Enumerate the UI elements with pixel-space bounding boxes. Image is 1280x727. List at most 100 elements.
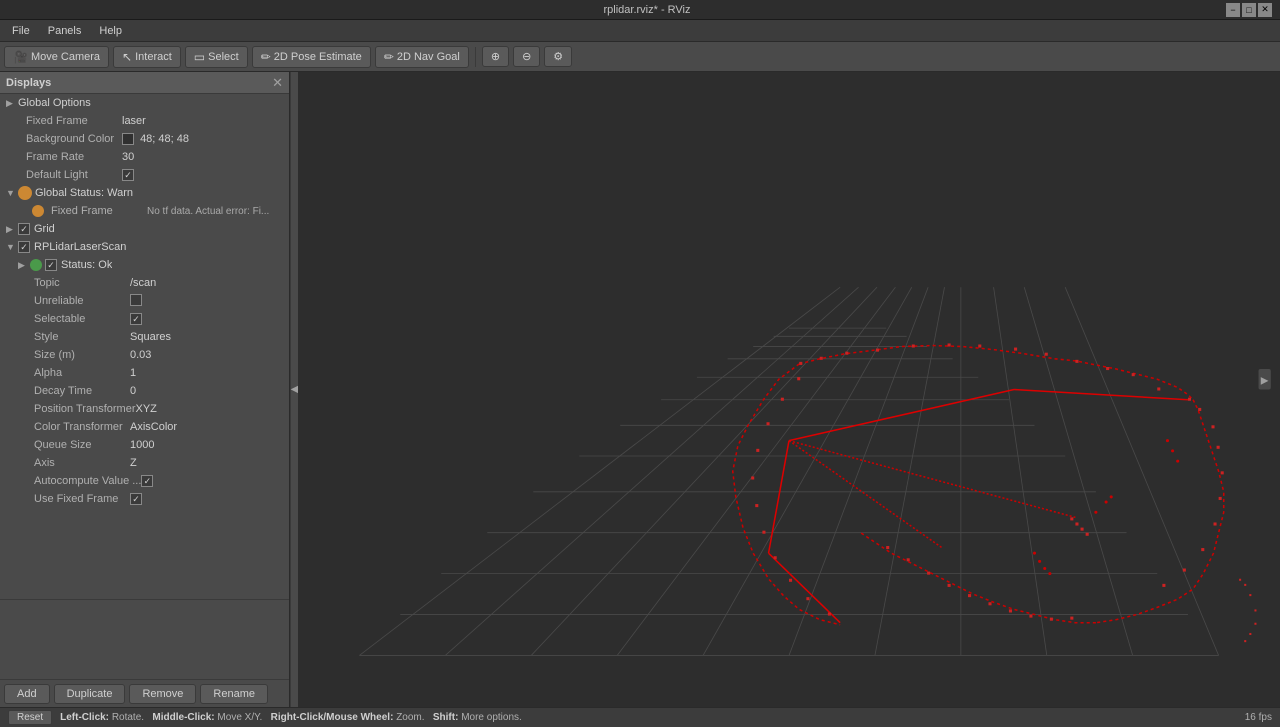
topic-label: Topic [30, 277, 130, 289]
unreliable-checkbox[interactable] [130, 294, 142, 306]
global-status-item[interactable]: ▼ Global Status: Warn [0, 184, 289, 202]
fixed-frame-value: laser [122, 115, 287, 127]
size-value: 0.03 [130, 349, 287, 361]
status-ok-item[interactable]: ▶ ✓ Status: Ok [0, 256, 289, 274]
use-fixed-frame-checkbox[interactable]: ✓ [130, 493, 142, 505]
grid-label: Grid [34, 223, 55, 235]
fixed-frame-warn-row[interactable]: Fixed Frame No tf data. Actual error: Fi… [0, 202, 289, 220]
toolbar-minus[interactable]: ⊖ [513, 46, 540, 67]
fixed-frame-warn-value: No tf data. Actual error: Fi... [147, 206, 287, 217]
menu-bar: File Panels Help [0, 20, 1280, 42]
3d-scene: ▶ [298, 72, 1280, 707]
fixed-frame-warn-label: Fixed Frame [47, 205, 147, 217]
reset-button[interactable]: Reset [8, 710, 52, 725]
axis-value: Z [130, 457, 287, 469]
position-transformer-label: Position Transformer [30, 403, 135, 415]
toolbar-plus[interactable]: ⊕ [482, 46, 509, 67]
duplicate-button[interactable]: Duplicate [54, 684, 126, 704]
add-button[interactable]: Add [4, 684, 50, 704]
window-title: rplidar.rviz* - RViz [68, 4, 1226, 16]
rplidar-checkbox[interactable]: ✓ [18, 241, 30, 253]
displays-close-button[interactable]: ✕ [272, 76, 283, 89]
menu-panels[interactable]: Panels [40, 23, 90, 39]
menu-file[interactable]: File [4, 23, 38, 39]
unreliable-row[interactable]: Unreliable [0, 292, 289, 310]
autocompute-row[interactable]: Autocompute Value ... ✓ [0, 472, 289, 490]
style-label: Style [30, 331, 130, 343]
selectable-checkbox[interactable]: ✓ [130, 313, 142, 325]
minimize-button[interactable]: − [1226, 3, 1240, 17]
bg-color-value: 48; 48; 48 [122, 133, 287, 145]
move-camera-icon: 🎥 [13, 50, 28, 64]
main-layout: Displays ✕ ▶ Global Options Fixed Frame … [0, 72, 1280, 707]
autocompute-label: Autocompute Value ... [30, 475, 141, 487]
queue-size-label: Queue Size [30, 439, 130, 451]
topic-row[interactable]: Topic /scan [0, 274, 289, 292]
frame-rate-row[interactable]: Frame Rate 30 [0, 148, 289, 166]
decay-time-row[interactable]: Decay Time 0 [0, 382, 289, 400]
unreliable-value [130, 294, 287, 309]
remove-button[interactable]: Remove [129, 684, 196, 704]
decay-time-value: 0 [130, 385, 287, 397]
collapse-handle[interactable]: ◀ [290, 72, 298, 707]
frame-rate-value: 30 [122, 151, 287, 163]
global-status-label: Global Status: Warn [35, 187, 133, 199]
viewport-expand-arrow[interactable]: ▶ [1259, 369, 1271, 389]
fixed-frame-warn-icon [32, 205, 44, 217]
grid-checkbox[interactable]: ✓ [18, 223, 30, 235]
fixed-frame-label: Fixed Frame [22, 115, 122, 127]
topic-value: /scan [130, 277, 287, 289]
fixed-frame-row[interactable]: Fixed Frame laser [0, 112, 289, 130]
use-fixed-frame-row[interactable]: Use Fixed Frame ✓ [0, 490, 289, 508]
select-button[interactable]: ▭ Select [185, 46, 248, 68]
alpha-row[interactable]: Alpha 1 [0, 364, 289, 382]
nav-icon: ✏ [384, 50, 394, 64]
global-options-arrow: ▶ [6, 98, 18, 109]
bg-color-row[interactable]: Background Color 48; 48; 48 [0, 130, 289, 148]
viewport[interactable]: ▶ [298, 72, 1280, 707]
rplidar-item[interactable]: ▼ ✓ RPLidarLaserScan [0, 238, 289, 256]
displays-header: Displays ✕ [0, 72, 289, 94]
info-text-area [0, 599, 289, 679]
color-transformer-value: AxisColor [130, 421, 287, 433]
autocompute-value: ✓ [141, 475, 287, 488]
nav-goal-button[interactable]: ✏ 2D Nav Goal [375, 46, 469, 68]
fps-counter: 16 fps [1245, 712, 1272, 723]
global-options-item[interactable]: ▶ Global Options [0, 94, 289, 112]
menu-help[interactable]: Help [91, 23, 130, 39]
maximize-button[interactable]: □ [1242, 3, 1256, 17]
selectable-row[interactable]: Selectable ✓ [0, 310, 289, 328]
axis-row[interactable]: Axis Z [0, 454, 289, 472]
size-row[interactable]: Size (m) 0.03 [0, 346, 289, 364]
status-ok-checkbox[interactable]: ✓ [45, 259, 57, 271]
default-light-checkbox[interactable]: ✓ [122, 169, 134, 181]
global-status-icon [18, 186, 32, 200]
rename-button[interactable]: Rename [200, 684, 268, 704]
decay-time-label: Decay Time [30, 385, 130, 397]
toolbar: 🎥 Move Camera ↖ Interact ▭ Select ✏ 2D P… [0, 42, 1280, 72]
position-transformer-row[interactable]: Position Transformer XYZ [0, 400, 289, 418]
left-click-label: Left-Click: [60, 712, 109, 723]
color-transformer-row[interactable]: Color Transformer AxisColor [0, 418, 289, 436]
default-light-label: Default Light [22, 169, 122, 181]
unreliable-label: Unreliable [30, 295, 130, 307]
default-light-value: ✓ [122, 169, 287, 182]
status-bar: Reset Left-Click: Rotate. Middle-Click: … [0, 707, 1280, 727]
status-instructions: Left-Click: Rotate. Middle-Click: Move X… [60, 712, 522, 723]
displays-title: Displays [6, 77, 51, 89]
bg-color-swatch [122, 133, 134, 145]
size-label: Size (m) [30, 349, 130, 361]
style-value: Squares [130, 331, 287, 343]
toolbar-settings[interactable]: ⚙ [544, 46, 572, 67]
move-camera-button[interactable]: 🎥 Move Camera [4, 46, 109, 68]
status-ok-icon [30, 259, 42, 271]
grid-item[interactable]: ▶ ✓ Grid [0, 220, 289, 238]
default-light-row[interactable]: Default Light ✓ [0, 166, 289, 184]
interact-button[interactable]: ↖ Interact [113, 46, 181, 68]
queue-size-row[interactable]: Queue Size 1000 [0, 436, 289, 454]
autocompute-checkbox[interactable]: ✓ [141, 475, 153, 487]
style-row[interactable]: Style Squares [0, 328, 289, 346]
pose-estimate-button[interactable]: ✏ 2D Pose Estimate [252, 46, 371, 68]
close-button[interactable]: ✕ [1258, 3, 1272, 17]
tree-area[interactable]: ▶ Global Options Fixed Frame laser Backg… [0, 94, 289, 599]
